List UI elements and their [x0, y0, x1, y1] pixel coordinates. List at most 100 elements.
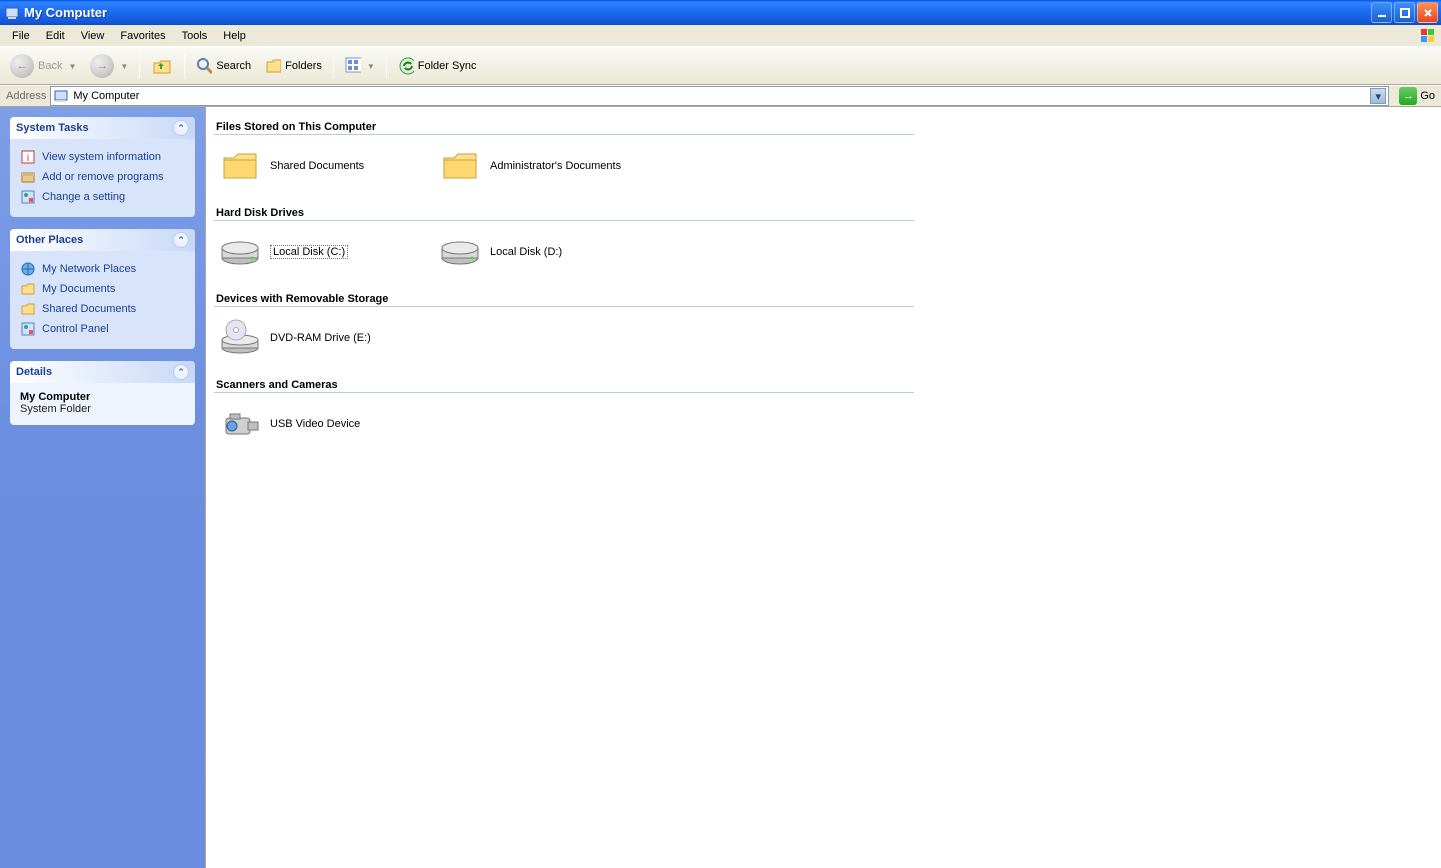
address-label: Address [0, 90, 50, 102]
search-icon [196, 58, 212, 74]
folder-icon [20, 281, 36, 297]
search-button[interactable]: Search [190, 51, 257, 81]
item-local-disk-d[interactable]: Local Disk (D:) [438, 227, 648, 277]
folder-icon [20, 301, 36, 317]
folder-sync-button[interactable]: Folder Sync [392, 51, 483, 81]
group-header-hard-disk-drives: Hard Disk Drives [214, 205, 914, 221]
go-arrow-icon: → [1399, 87, 1417, 105]
folder-sync-label: Folder Sync [418, 60, 477, 72]
folder-icon [438, 144, 482, 188]
separator [333, 54, 334, 78]
panel-system-tasks: System Tasks ⌃ i View system information… [10, 117, 195, 217]
item-label: Local Disk (D:) [490, 246, 562, 258]
item-administrators-documents[interactable]: Administrator's Documents [438, 141, 648, 191]
info-icon: i [20, 149, 36, 165]
panel-header[interactable]: Details ⌃ [10, 361, 195, 383]
task-pane: System Tasks ⌃ i View system information… [0, 107, 205, 868]
link-my-documents[interactable]: My Documents [20, 279, 185, 299]
link-add-remove-programs[interactable]: Add or remove programs [20, 167, 185, 187]
link-my-network-places[interactable]: My Network Places [20, 259, 185, 279]
folder-icon [218, 144, 262, 188]
chevron-down-icon: ▼ [367, 62, 375, 71]
item-local-disk-c[interactable]: Local Disk (C:) [218, 227, 428, 277]
back-icon: ← [10, 54, 34, 78]
chevron-down-icon: ▼ [68, 62, 76, 71]
views-icon [345, 58, 361, 74]
camera-icon [218, 402, 262, 446]
link-control-panel[interactable]: Control Panel [20, 319, 185, 339]
menu-favorites[interactable]: Favorites [112, 28, 173, 44]
my-computer-icon [53, 88, 69, 104]
control-panel-icon [20, 321, 36, 337]
toolbar: ← Back ▼ → ▼ Search Folders ▼ Folder Syn… [0, 48, 1441, 84]
link-label: My Documents [42, 283, 115, 295]
link-label: View system information [42, 151, 161, 163]
item-label: Shared Documents [270, 160, 364, 172]
address-bar: Address My Computer ▾ → Go [0, 85, 1441, 107]
collapse-icon[interactable]: ⌃ [173, 120, 189, 136]
collapse-icon[interactable]: ⌃ [173, 364, 189, 380]
address-dropdown-icon[interactable]: ▾ [1370, 88, 1386, 104]
network-icon [20, 261, 36, 277]
panel-other-places: Other Places ⌃ My Network Places My Docu… [10, 229, 195, 349]
chevron-down-icon: ▼ [120, 62, 128, 71]
details-name: My Computer [20, 391, 185, 403]
address-value: My Computer [73, 90, 139, 102]
group-header-scanners-cameras: Scanners and Cameras [214, 377, 914, 393]
hard-disk-icon [438, 230, 482, 274]
app-icon [4, 5, 20, 21]
collapse-icon[interactable]: ⌃ [173, 232, 189, 248]
panel-title: Other Places [16, 234, 83, 246]
dvd-drive-icon [218, 316, 262, 360]
menu-view[interactable]: View [73, 28, 113, 44]
content-area[interactable]: Files Stored on This Computer Shared Doc… [205, 107, 1441, 868]
separator [184, 54, 185, 78]
back-label: Back [38, 60, 62, 72]
panel-header[interactable]: System Tasks ⌃ [10, 117, 195, 139]
item-label: DVD-RAM Drive (E:) [270, 332, 371, 344]
forward-button[interactable]: → ▼ [84, 51, 134, 81]
separator [139, 54, 140, 78]
link-label: Change a setting [42, 191, 125, 203]
link-label: Add or remove programs [42, 171, 164, 183]
back-button[interactable]: ← Back ▼ [4, 51, 82, 81]
link-label: Control Panel [42, 323, 109, 335]
item-dvd-ram-drive[interactable]: DVD-RAM Drive (E:) [218, 313, 428, 363]
item-label: Local Disk (C:) [270, 245, 348, 259]
item-shared-documents[interactable]: Shared Documents [218, 141, 428, 191]
close-button[interactable] [1417, 2, 1438, 23]
link-change-setting[interactable]: Change a setting [20, 187, 185, 207]
windows-flag-icon [1419, 27, 1437, 45]
forward-icon: → [90, 54, 114, 78]
panel-header[interactable]: Other Places ⌃ [10, 229, 195, 251]
menu-file[interactable]: File [4, 28, 38, 44]
menu-bar: File Edit View Favorites Tools Help [0, 25, 1441, 47]
window-title: My Computer [24, 5, 107, 20]
maximize-button[interactable] [1394, 2, 1415, 23]
group-header-files-stored: Files Stored on This Computer [214, 119, 914, 135]
search-label: Search [216, 60, 251, 72]
box-icon [20, 169, 36, 185]
menu-edit[interactable]: Edit [38, 28, 73, 44]
title-bar: My Computer [0, 0, 1441, 25]
views-button[interactable]: ▼ [339, 51, 381, 81]
item-label: Administrator's Documents [490, 160, 621, 172]
details-type: System Folder [20, 403, 185, 415]
panel-details: Details ⌃ My Computer System Folder [10, 361, 195, 425]
minimize-button[interactable] [1371, 2, 1392, 23]
link-label: Shared Documents [42, 303, 136, 315]
menu-help[interactable]: Help [215, 28, 254, 44]
menu-tools[interactable]: Tools [174, 28, 216, 44]
item-usb-video-device[interactable]: USB Video Device [218, 399, 428, 449]
up-button[interactable] [145, 51, 179, 81]
panel-title: System Tasks [16, 122, 89, 134]
folders-button[interactable]: Folders [259, 51, 328, 81]
folders-label: Folders [285, 60, 322, 72]
link-view-system-information[interactable]: i View system information [20, 147, 185, 167]
item-label: USB Video Device [270, 418, 360, 430]
group-header-removable-storage: Devices with Removable Storage [214, 291, 914, 307]
address-field[interactable]: My Computer ▾ [50, 86, 1389, 106]
go-button[interactable]: → Go [1393, 86, 1441, 106]
folders-icon [265, 58, 281, 74]
link-shared-documents[interactable]: Shared Documents [20, 299, 185, 319]
